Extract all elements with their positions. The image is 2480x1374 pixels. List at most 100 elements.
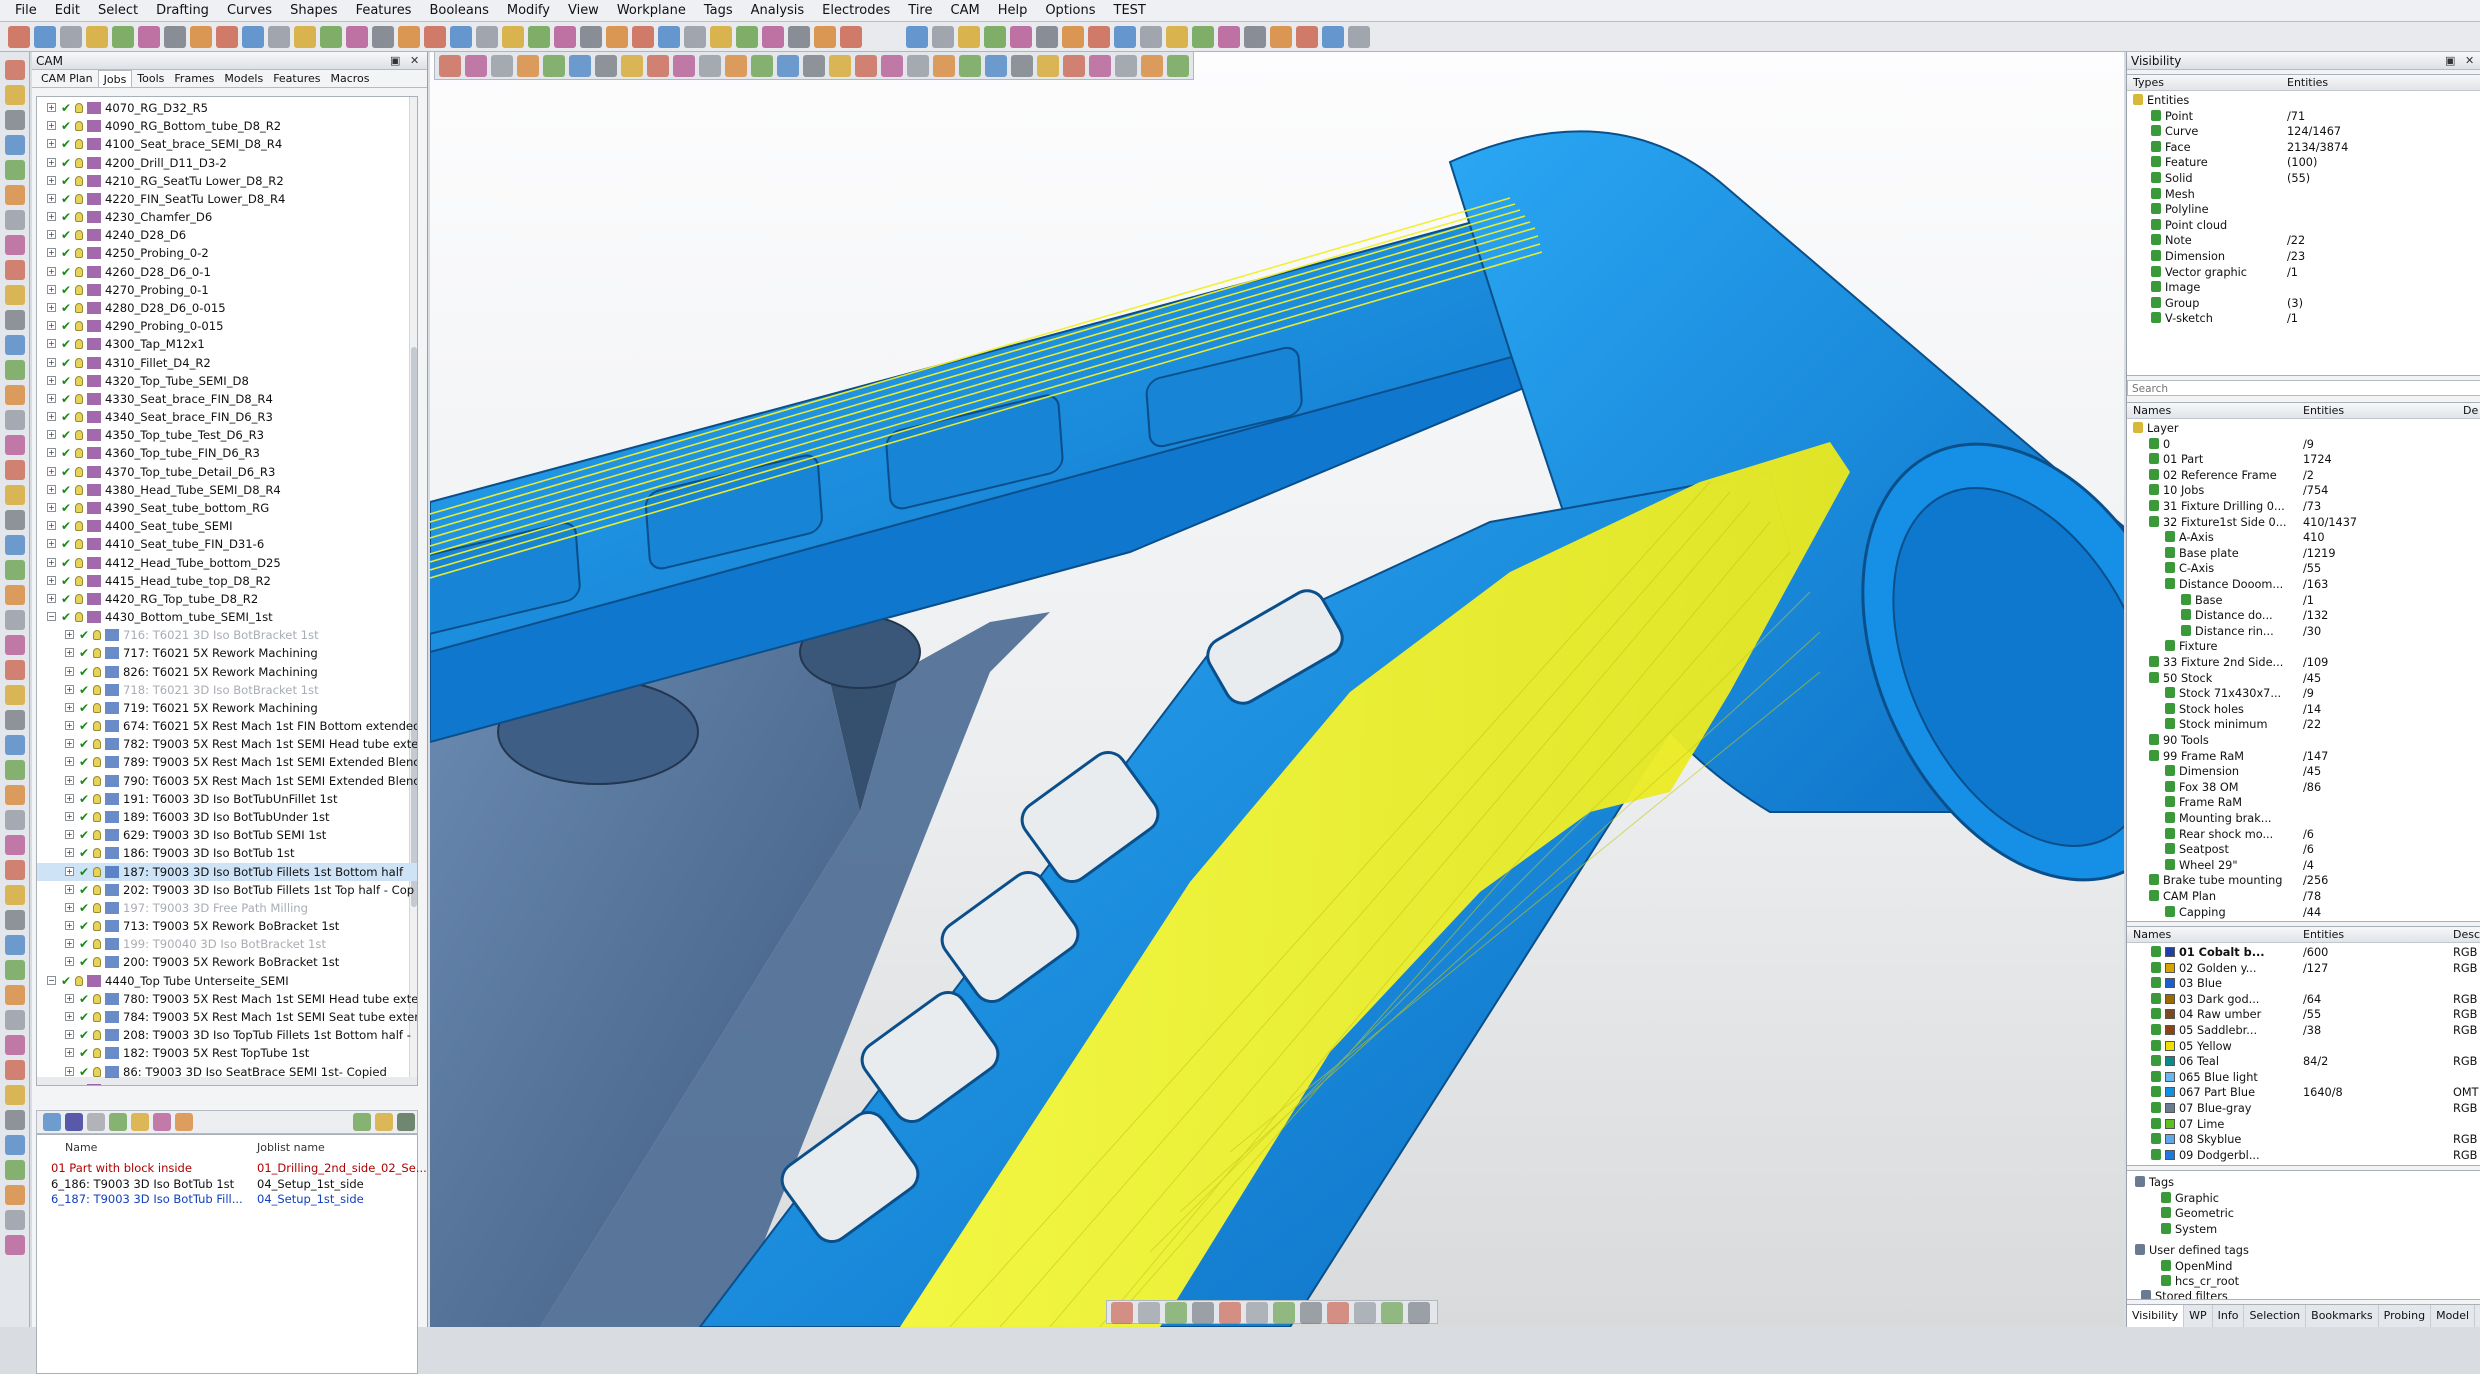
color-row[interactable]: 065 Blue light <box>2151 1070 2258 1086</box>
layer-row[interactable]: Dimension <box>2165 764 2239 780</box>
toolbar-tool-icon[interactable] <box>1296 26 1318 48</box>
visibility-bulb-icon[interactable] <box>93 775 101 786</box>
joblist-row-joblist[interactable]: 04_Setup_1st_side <box>257 1177 364 1191</box>
check-icon[interactable]: ✔ <box>61 299 71 317</box>
check-icon[interactable]: ✔ <box>79 1044 89 1062</box>
check-icon[interactable]: ✔ <box>61 390 71 408</box>
color-visibility-icon[interactable] <box>2151 1117 2161 1129</box>
type-row[interactable]: Feature <box>2151 155 2208 171</box>
view-mode-icon[interactable] <box>1273 1302 1295 1324</box>
visibility-bulb-icon[interactable] <box>75 975 83 986</box>
visibility-bulb-icon[interactable] <box>75 321 83 332</box>
check-icon[interactable]: ✔ <box>61 244 71 262</box>
expand-icon[interactable]: + <box>65 702 74 712</box>
toolbar-tool-icon[interactable] <box>294 26 316 48</box>
viewport-tool-icon[interactable] <box>1115 55 1137 77</box>
visibility-bulb-icon[interactable] <box>75 612 83 623</box>
side-tool-icon[interactable] <box>5 635 25 655</box>
view-mode-icon[interactable] <box>1246 1302 1268 1324</box>
side-tool-icon[interactable] <box>5 285 25 305</box>
type-row[interactable]: Point <box>2151 109 2193 125</box>
layer-visibility-icon[interactable] <box>2149 484 2159 496</box>
type-row[interactable]: Vector graphic <box>2151 265 2247 281</box>
side-tool-icon[interactable] <box>5 1235 25 1255</box>
expand-icon[interactable]: + <box>65 957 74 967</box>
layer-row[interactable]: 32 Fixture1st Side 0... <box>2149 515 2286 531</box>
check-icon[interactable]: ✔ <box>61 317 71 335</box>
viewport-tool-icon[interactable] <box>1063 55 1085 77</box>
layer-row[interactable]: Distance rin... <box>2181 624 2274 640</box>
expand-icon[interactable]: + <box>65 630 74 640</box>
color-visibility-icon[interactable] <box>2151 1055 2161 1067</box>
layer-row[interactable]: Base <box>2181 593 2223 609</box>
toolbar-tool-icon[interactable] <box>476 26 498 48</box>
visibility-bulb-icon[interactable] <box>93 793 101 804</box>
layer-visibility-icon[interactable] <box>2165 827 2175 839</box>
visibility-bulb-icon[interactable] <box>93 902 101 913</box>
viewport-tool-icon[interactable] <box>881 55 903 77</box>
view-mode-icon[interactable] <box>1300 1302 1322 1324</box>
visibility-bulb-icon[interactable] <box>93 884 101 895</box>
menu-electrodes[interactable]: Electrodes <box>813 0 899 22</box>
view-mode-icon[interactable] <box>1165 1302 1187 1324</box>
expand-icon[interactable]: + <box>47 357 56 367</box>
view-mode-icon[interactable] <box>1192 1302 1214 1324</box>
visibility-bulb-icon[interactable] <box>75 539 83 550</box>
layer-visibility-icon[interactable] <box>2165 780 2175 792</box>
visibility-bulb-icon[interactable] <box>93 830 101 841</box>
expand-icon[interactable]: + <box>47 284 56 294</box>
layer-visibility-icon[interactable] <box>2149 437 2159 449</box>
job-folder-row[interactable]: + ✔ 4220_FIN_SeatTu Lower_D8_R4 <box>37 190 417 208</box>
layer-visibility-icon[interactable] <box>2165 718 2175 730</box>
side-tool-icon[interactable] <box>5 110 25 130</box>
layer-row[interactable]: 10 Jobs <box>2149 483 2204 499</box>
toolbar-tool-icon[interactable] <box>1166 26 1188 48</box>
toolbar-tool-icon[interactable] <box>762 26 784 48</box>
color-visibility-icon[interactable] <box>2151 1024 2161 1035</box>
job-folder-row[interactable]: + ✔ 4210_RG_SeatTu Lower_D8_R2 <box>37 172 417 190</box>
check-icon[interactable]: ✔ <box>61 481 71 499</box>
expand-icon[interactable]: + <box>47 502 56 512</box>
visibility-bulb-icon[interactable] <box>93 1048 101 1059</box>
viewport-tool-icon[interactable] <box>491 55 513 77</box>
viewport-tool-icon[interactable] <box>803 55 825 77</box>
expand-icon[interactable]: + <box>65 721 74 731</box>
check-icon[interactable]: ✔ <box>79 717 89 735</box>
layer-visibility-icon[interactable] <box>2181 609 2191 621</box>
toolbar-tool-icon[interactable] <box>450 26 472 48</box>
user-tag-row[interactable]: OpenMind <box>2161 1259 2232 1275</box>
toolbar-tool-icon[interactable] <box>86 26 108 48</box>
visibility-bulb-icon[interactable] <box>93 939 101 950</box>
view-mode-icon[interactable] <box>1138 1302 1160 1324</box>
viewport-tool-icon[interactable] <box>1011 55 1033 77</box>
job-row[interactable]: + ✔ 208: T9003 3D Iso TopTub Fillets 1st B… <box>37 1026 417 1044</box>
expand-icon[interactable]: + <box>65 1048 74 1058</box>
visibility-toggle-icon[interactable] <box>2151 187 2161 199</box>
layers-col-names[interactable]: Names <box>2133 403 2171 419</box>
tag-row[interactable]: System <box>2161 1222 2217 1238</box>
expand-icon[interactable]: + <box>47 393 56 403</box>
expand-icon[interactable]: + <box>47 157 56 167</box>
expand-icon[interactable]: + <box>47 212 56 222</box>
tag-row[interactable]: Geometric <box>2161 1206 2234 1222</box>
visibility-bulb-icon[interactable] <box>75 284 83 295</box>
side-tool-icon[interactable] <box>5 1110 25 1130</box>
job-row[interactable]: + ✔ 200: T9003 5X Rework BoBracket 1st <box>37 953 417 971</box>
expand-icon[interactable]: + <box>47 139 56 149</box>
vis-tab-wp[interactable]: WP <box>2184 1305 2213 1327</box>
type-row[interactable]: Polyline <box>2151 202 2209 218</box>
tag-icon[interactable] <box>2161 1207 2171 1219</box>
color-visibility-icon[interactable] <box>2151 977 2161 989</box>
side-tool-icon[interactable] <box>5 860 25 880</box>
type-row[interactable]: Dimension <box>2151 249 2225 265</box>
user-tag-row[interactable]: User defined tags <box>2135 1243 2249 1259</box>
expand-icon[interactable]: + <box>47 121 56 131</box>
job-row[interactable]: + ✔ 713: T9003 5X Rework BoBracket 1st <box>37 917 417 935</box>
expand-icon[interactable]: + <box>65 775 74 785</box>
layer-row[interactable]: Frame RaM <box>2165 795 2242 811</box>
expand-icon[interactable]: − <box>47 612 56 622</box>
toolbar-tool-icon[interactable] <box>424 26 446 48</box>
type-row[interactable]: Note <box>2151 233 2192 249</box>
job-row[interactable]: + ✔ 780: T9003 5X Rest Mach 1st SEMI Head … <box>37 990 417 1008</box>
vis-tab-python[interactable]: Python <box>2475 1305 2480 1327</box>
